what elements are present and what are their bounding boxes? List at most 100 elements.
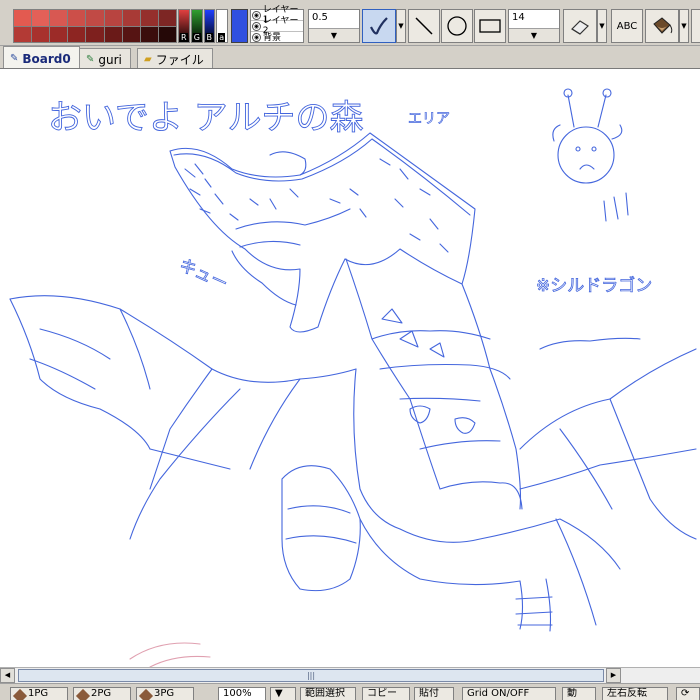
rotate-button[interactable]: ⟳ [676, 687, 700, 700]
rotate-icon: ⟳ [681, 688, 690, 699]
page-3-button[interactable]: 3PG [136, 687, 194, 700]
stroke-size-combo[interactable]: 0.5 ▼ [308, 9, 360, 43]
text-tool-button[interactable]: ABC [611, 9, 643, 43]
rgba-slider-r[interactable]: R [178, 9, 190, 43]
zoom-dropdown-arrow[interactable]: ▼ [270, 687, 296, 700]
grid-toggle-button[interactable]: Grid ON/OFF [462, 687, 556, 700]
bottom-toolbar: 1PG 2PG 3PG 100% ▼ 範囲選択 コピー 貼付 Grid ON/O… [0, 683, 700, 700]
paint-app-window: RGBa ◉ レイヤー1 ◉ レイヤー2 ◉ 背景 0.5 ▼ ▼ 14 ▼ ▼… [0, 0, 700, 700]
color-swatch[interactable] [50, 10, 68, 26]
rgba-slider-a[interactable]: a [216, 9, 228, 43]
tab-label: ファイル [155, 53, 204, 67]
eraser-tool-button[interactable] [563, 9, 597, 43]
color-swatch[interactable] [32, 10, 50, 26]
color-swatch[interactable] [68, 26, 86, 42]
page-2-label: 2PG [91, 688, 112, 699]
color-swatch[interactable] [32, 26, 50, 42]
page-1-label: 1PG [28, 688, 49, 699]
select-area-button[interactable]: 範囲選択 [300, 687, 356, 700]
eye-icon[interactable]: ◉ [252, 21, 261, 31]
color-swatch[interactable] [140, 26, 158, 42]
color-swatch[interactable] [158, 26, 176, 42]
tab-label: guri [98, 52, 122, 67]
board-icon: ✎ [10, 53, 19, 64]
layer-label: 背景 [263, 32, 282, 43]
color-swatch[interactable] [104, 10, 122, 26]
tab-strip: ✎ Board0 ✎ guri ▰ ファイル [0, 46, 700, 68]
drawing-canvas[interactable]: おいでよ アルチの森 エリア ※シルドラゴン キュー [0, 68, 700, 667]
line-tool-button[interactable] [408, 9, 440, 43]
page-icon [75, 688, 91, 700]
rgba-slider-g[interactable]: G [190, 9, 203, 43]
copy-label: コピー [367, 688, 397, 699]
rgba-slider-label: a [218, 33, 226, 42]
color-swatch[interactable] [86, 26, 104, 42]
zoom-select[interactable]: 100% [218, 687, 266, 700]
page-2-button[interactable]: 2PG [73, 687, 131, 700]
color-swatch[interactable] [14, 26, 32, 42]
drawing-caption-text: ※シルドラゴン [536, 275, 652, 296]
sketch-layer: おいでよ アルチの森 エリア ※シルドラゴン キュー [9, 88, 697, 667]
pen-tool-button[interactable] [362, 9, 396, 43]
fill-tool-button[interactable] [645, 9, 679, 43]
color-swatch[interactable] [50, 26, 68, 42]
move-label: 動 [567, 688, 577, 699]
color-swatch[interactable] [14, 10, 32, 26]
chevron-down-icon[interactable]: ▼ [509, 28, 559, 42]
tab-board0[interactable]: ✎ Board0 [3, 46, 80, 68]
board-icon: ✎ [86, 54, 95, 65]
drawing-kyu-text: キュー [176, 255, 231, 294]
rgba-sliders: RGBa [178, 9, 228, 43]
text-tool-label: ABC [616, 20, 638, 32]
page-icon [12, 688, 28, 700]
color-palette [13, 9, 177, 43]
font-size-value: 14 [512, 12, 525, 23]
color-swatch[interactable] [122, 26, 140, 42]
scroll-thumb[interactable]: ||| [18, 669, 604, 682]
move-button[interactable]: 動 [562, 687, 596, 700]
eraser-options-arrow[interactable]: ▼ [597, 9, 607, 43]
fill-options-arrow[interactable]: ▼ [679, 9, 689, 43]
paste-button[interactable]: 貼付 [414, 687, 454, 700]
line-icon [415, 17, 433, 35]
paint-bucket-icon [653, 17, 673, 34]
rectangle-tool-button[interactable] [474, 9, 506, 43]
flip-horizontal-label: 左右反転 [607, 688, 647, 699]
toolbar: RGBa ◉ レイヤー1 ◉ レイヤー2 ◉ 背景 0.5 ▼ ▼ 14 ▼ ▼… [0, 0, 700, 46]
color-swatch[interactable] [122, 10, 140, 26]
layer-row-2[interactable]: ◉ レイヤー2 [251, 16, 303, 36]
chevron-down-icon[interactable]: ▼ [309, 28, 359, 42]
color-swatch[interactable] [140, 10, 158, 26]
color-swatch[interactable] [68, 10, 86, 26]
color-swatch[interactable] [104, 26, 122, 42]
color-swatch[interactable] [86, 10, 104, 26]
page-3-label: 3PG [154, 688, 175, 699]
tab-guri[interactable]: ✎ guri [79, 48, 131, 68]
current-color-swatch[interactable] [231, 9, 248, 43]
rgba-slider-label: R [180, 33, 188, 42]
rectangle-icon [479, 19, 501, 33]
extra-tool-button[interactable] [691, 9, 700, 43]
rgba-slider-label: G [192, 33, 201, 42]
font-size-combo[interactable]: 14 ▼ [508, 9, 560, 43]
horizontal-scrollbar[interactable]: ◀ ||| ▶ [0, 667, 700, 683]
layer-list: ◉ レイヤー1 ◉ レイヤー2 ◉ 背景 [250, 5, 304, 43]
eye-icon[interactable]: ◉ [252, 10, 261, 20]
pen-icon [370, 17, 388, 35]
page-1-button[interactable]: 1PG [10, 687, 68, 700]
select-area-label: 範囲選択 [305, 688, 345, 699]
tab-file[interactable]: ▰ ファイル [137, 48, 213, 68]
copy-button[interactable]: コピー [362, 687, 410, 700]
zoom-value: 100% [223, 688, 252, 699]
scroll-left-arrow[interactable]: ◀ [0, 668, 15, 683]
rgba-slider-b[interactable]: B [203, 9, 216, 43]
scroll-right-arrow[interactable]: ▶ [606, 668, 621, 683]
color-swatch[interactable] [158, 10, 176, 26]
eye-icon[interactable]: ◉ [252, 33, 261, 42]
flip-horizontal-button[interactable]: 左右反転 [602, 687, 668, 700]
paste-label: 貼付 [419, 688, 439, 699]
stroke-size-value: 0.5 [312, 12, 328, 23]
page-icon [138, 688, 154, 700]
ellipse-tool-button[interactable] [441, 9, 473, 43]
pen-options-arrow[interactable]: ▼ [396, 9, 406, 43]
